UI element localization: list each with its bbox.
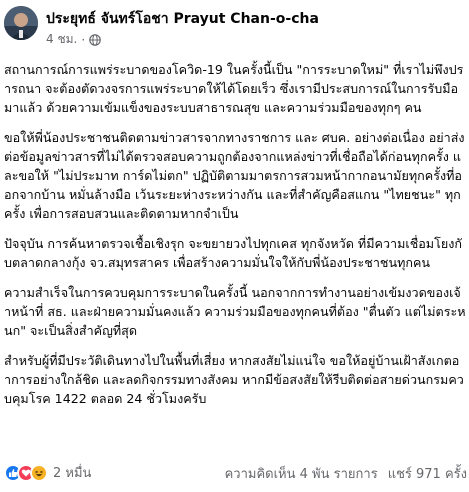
post-meta: 4 ชม. · [46,30,101,49]
post-paragraph: สำหรับผู้ที่มีประวัติเดินทางไปในพื้นที่เ… [4,353,464,406]
haha-icon [30,463,48,482]
facebook-post: ประยุทธ์ จันทร์โอชา Prayut Chan-o-cha 4 … [0,0,469,492]
meta-separator: · [81,32,86,47]
author-avatar[interactable] [4,6,38,40]
comments-count-link[interactable]: ความคิดเห็น 4 พัน รายการ [225,463,378,484]
author-name[interactable]: ประยุทธ์ จันทร์โอชา Prayut Chan-o-cha [46,8,319,30]
post-paragraph: ขอให้พี่น้องประชาชนติดตามข่าวสารจากทางรา… [4,130,465,221]
engagement-stats: ความคิดเห็น 4 พัน รายการ แชร์ 971 ครั้ง [225,463,467,484]
post-footer: 2 หมื่น ความคิดเห็น 4 พัน รายการ แชร์ 97… [0,460,469,486]
post-header: ประยุทธ์ จันทร์โอชา Prayut Chan-o-cha 4 … [0,0,469,56]
post-paragraph: ความสำเร็จในการควบคุมการระบาดในครั้งนี้ … [4,285,466,338]
reactions-summary[interactable]: 2 หมื่น [4,462,91,483]
shares-count-link[interactable]: แชร์ 971 ครั้ง [388,463,467,484]
reaction-count: 2 หมื่น [53,466,92,481]
post-timestamp[interactable]: 4 ชม. [46,30,77,49]
globe-icon [89,33,101,46]
post-paragraph: สถานการณ์การแพร่ระบาดของโควิด-19 ในครั้ง… [4,62,464,115]
post-paragraph: ปัจจุบัน การค้นหาตรวจเชื้อเชิงรุก จะขยาย… [4,236,463,270]
post-body: สถานการณ์การแพร่ระบาดของโควิด-19 ในครั้ง… [4,60,466,419]
